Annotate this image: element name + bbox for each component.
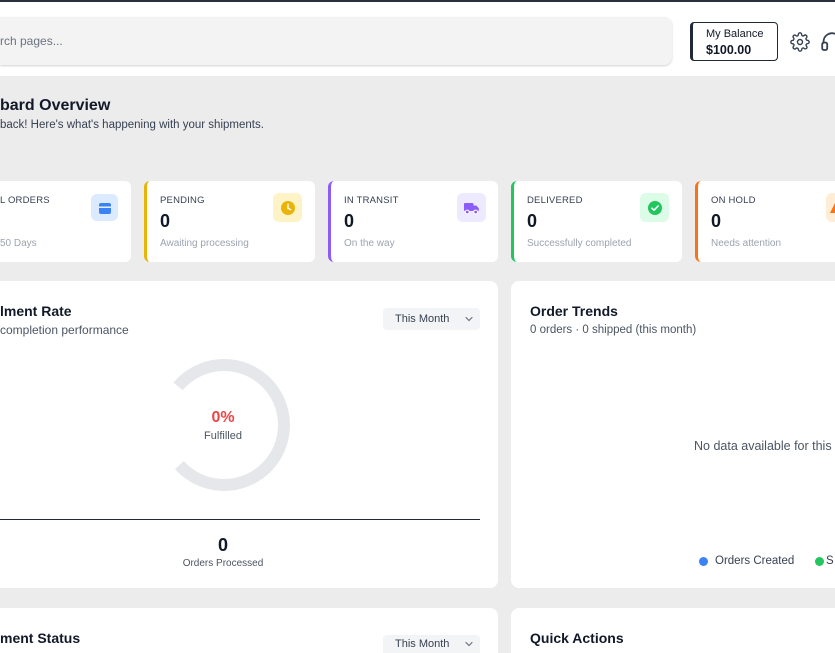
stat-caption: Awaiting processing — [160, 238, 249, 249]
alert-icon — [826, 193, 835, 222]
fulfillment-rate-panel: lment Rate completion performance This M… — [0, 281, 498, 588]
search-bar[interactable] — [0, 17, 672, 65]
panel-subtitle: completion performance — [0, 323, 129, 337]
stat-label: DELIVERED — [527, 195, 583, 206]
legend-dot-orders-created — [699, 557, 708, 566]
stat-card-delivered: DELIVERED 0 Successfully completed — [511, 181, 682, 262]
stat-caption: 50 Days — [0, 238, 37, 249]
gear-icon[interactable] — [790, 32, 810, 52]
search-input[interactable] — [0, 17, 660, 65]
stat-value: 0 — [527, 211, 538, 231]
stat-value: 0 — [160, 211, 171, 231]
panel-title: Order Trends — [530, 303, 618, 319]
top-header: My Balance $100.00 — [0, 2, 835, 76]
legend-label-shipped: S — [826, 555, 834, 567]
chevron-down-icon — [465, 316, 473, 322]
panel-title: Quick Actions — [530, 630, 624, 646]
stat-label: IN TRANSIT — [344, 195, 399, 206]
legend-label-orders-created: Orders Created — [715, 555, 795, 567]
period-select-value: This Month — [395, 638, 450, 650]
page-subtitle: back! Here's what's happening with your … — [0, 119, 264, 131]
chevron-down-icon — [465, 641, 473, 647]
stat-caption: Needs attention — [711, 238, 782, 249]
stat-label: ON HOLD — [711, 195, 756, 206]
check-circle-icon — [640, 193, 669, 222]
balance-button[interactable]: My Balance $100.00 — [690, 22, 778, 61]
period-select[interactable]: This Month — [383, 308, 480, 330]
stat-card-on-hold: ON HOLD 0 Needs attention — [695, 181, 835, 262]
fulfillment-status: Fulfilled — [204, 430, 242, 442]
stat-value: 0 — [344, 211, 355, 231]
page-title: bard Overview — [0, 97, 111, 114]
stat-caption: Successfully completed — [527, 238, 632, 249]
shipment-status-panel: ment Status This Month — [0, 608, 498, 653]
panel-title: lment Rate — [0, 303, 72, 319]
stat-value: 0 — [711, 211, 722, 231]
stat-card-in-transit: IN TRANSIT 0 On the way — [328, 181, 498, 262]
period-select[interactable]: This Month — [383, 635, 480, 653]
empty-state-text: No data available for this — [694, 439, 832, 453]
stat-label: PENDING — [160, 195, 205, 206]
stat-card-total-orders: L ORDERS 50 Days — [0, 181, 131, 262]
quick-actions-panel: Quick Actions — [511, 608, 835, 653]
orders-processed-value: 0 — [217, 535, 228, 555]
truck-icon — [457, 193, 486, 222]
legend-dot-shipped — [815, 557, 824, 566]
stat-caption: On the way — [344, 238, 395, 249]
headset-icon[interactable] — [821, 31, 835, 53]
panel-subtitle: 0 orders · 0 shipped (this month) — [530, 324, 697, 336]
balance-amount: $100.00 — [706, 43, 752, 57]
period-select-value: This Month — [395, 313, 450, 325]
order-trends-panel: Order Trends 0 orders · 0 shipped (this … — [511, 281, 835, 588]
stat-label: L ORDERS — [0, 195, 50, 206]
divider — [0, 519, 480, 520]
fulfillment-percent: 0% — [211, 409, 235, 426]
stat-card-pending: PENDING 0 Awaiting processing — [144, 181, 315, 262]
orders-processed-label: Orders Processed — [182, 558, 264, 569]
panel-title: ment Status — [0, 630, 81, 646]
balance-label: My Balance — [706, 28, 764, 40]
clock-icon — [273, 193, 302, 222]
box-icon — [91, 194, 118, 221]
